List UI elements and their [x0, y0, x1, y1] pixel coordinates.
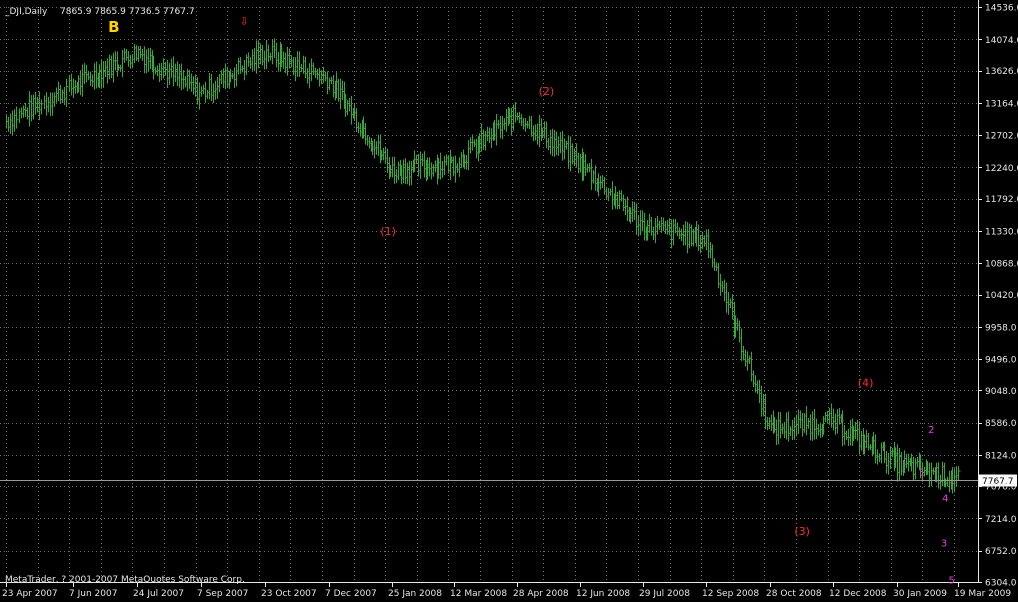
time-tick-label: 23 Oct 2007: [261, 589, 317, 599]
sub-wave-label: 2: [928, 425, 934, 436]
price-tick-label: 13164.0: [985, 99, 1018, 109]
price-tick-label: 14074.0: [985, 36, 1018, 46]
price-tick-label: 6304.0: [985, 579, 1017, 589]
price-chart[interactable]: 7767.7 B⇩(1)(2)(3)(4)12435 14536.014074.…: [0, 0, 1018, 602]
time-tick-label: 29 Jul 2008: [639, 589, 690, 599]
price-tick-label: 10868.0: [985, 260, 1018, 270]
copyright-label: MetaTrader, ? 2001-2007 MetaQuotes Softw…: [5, 575, 245, 585]
elliott-wave-label: (1): [380, 225, 396, 238]
price-tick-label: 11330.0: [985, 227, 1018, 237]
time-tick-label: 7 Dec 2007: [325, 589, 377, 599]
sub-wave-label: 5: [948, 576, 954, 587]
time-tick-label: 19 Mar 2009: [954, 589, 1011, 599]
elliott-wave-label: ⇩: [240, 15, 249, 28]
price-tick-label: 9496.0: [985, 356, 1017, 366]
price-tick-label: 13626.0: [985, 67, 1018, 77]
sub-wave-label: 4: [942, 493, 948, 504]
price-tick-label: 8586.0: [985, 419, 1017, 429]
price-tick-label: 8124.0: [985, 451, 1017, 461]
time-tick-label: 24 Jul 2007: [133, 589, 184, 599]
time-tick-label: 7 Sep 2007: [197, 589, 248, 599]
time-tick-label: 25 Jan 2008: [388, 589, 442, 599]
time-tick-label: 12 Mar 2008: [450, 589, 507, 599]
time-tick-label: 12 Sep 2008: [702, 589, 759, 599]
time-tick-label: 7 Jun 2007: [69, 589, 117, 599]
time-tick-label: 12 Jun 2008: [576, 589, 630, 599]
price-tick-label: 6752.0: [985, 547, 1017, 557]
chart-background: [0, 0, 1018, 602]
price-tick-label: 7676.0: [985, 483, 1017, 493]
elliott-wave-label: (2): [539, 85, 555, 98]
time-tick-label: 12 Dec 2008: [829, 589, 887, 599]
sub-wave-label: 1: [919, 467, 925, 478]
price-tick-label: 9048.0: [985, 387, 1017, 397]
time-tick-label: 30 Jan 2009: [893, 589, 947, 599]
major-wave-label: B: [108, 18, 119, 36]
elliott-wave-label: (3): [794, 525, 810, 538]
sub-wave-label: 3: [941, 539, 947, 550]
time-tick-label: 23 Apr 2007: [2, 589, 58, 599]
ohlc-readout: 7865.9 7865.9 7736.5 7767.7: [60, 7, 195, 17]
elliott-wave-label: (4): [858, 376, 874, 389]
chart-window[interactable]: 7767.7 B⇩(1)(2)(3)(4)12435 14536.014074.…: [0, 0, 1018, 602]
price-tick-label: 10420.0: [985, 291, 1018, 301]
time-tick-label: 28 Oct 2008: [766, 589, 822, 599]
time-tick-label: 28 Apr 2008: [513, 589, 569, 599]
price-tick-label: 11792.0: [985, 195, 1018, 205]
price-tick-label: 12702.0: [985, 132, 1018, 142]
symbol-timeframe-label: _DJI,Daily: [4, 7, 48, 17]
price-tick-label: 7214.0: [985, 515, 1017, 525]
price-tick-label: 12240.0: [985, 164, 1018, 174]
price-tick-label: 14536.0: [985, 4, 1018, 14]
price-tick-label: 9958.0: [985, 323, 1017, 333]
